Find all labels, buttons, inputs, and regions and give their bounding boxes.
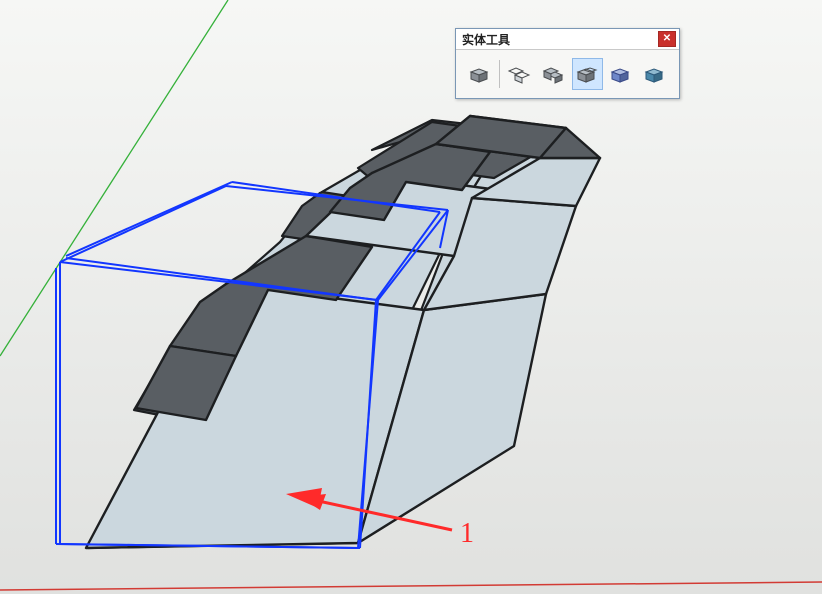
split-icon (643, 64, 667, 84)
union-icon (541, 64, 565, 84)
split-button[interactable] (640, 58, 671, 90)
outer-shell-icon (468, 64, 492, 84)
outer-shell-button[interactable] (464, 58, 495, 90)
union-button[interactable] (538, 58, 569, 90)
subtract-icon (575, 64, 599, 84)
scene-svg (0, 0, 822, 594)
toolbar-titlebar[interactable]: 实体工具 ✕ (456, 29, 679, 50)
toolbar-separator (499, 60, 500, 88)
trim-icon (609, 64, 633, 84)
intersect-button[interactable] (504, 58, 535, 90)
viewport-3d[interactable]: 1 实体工具 ✕ (0, 0, 822, 594)
toolbar-title: 实体工具 (462, 31, 510, 48)
close-icon: ✕ (663, 34, 671, 44)
solid-tools-toolbar[interactable]: 实体工具 ✕ (455, 28, 680, 99)
subtract-button[interactable] (572, 58, 603, 90)
intersect-icon (507, 64, 531, 84)
annotation-label: 1 (460, 518, 474, 550)
toolbar-body (456, 50, 679, 98)
toolbar-close-button[interactable]: ✕ (658, 31, 676, 47)
trim-button[interactable] (606, 58, 637, 90)
